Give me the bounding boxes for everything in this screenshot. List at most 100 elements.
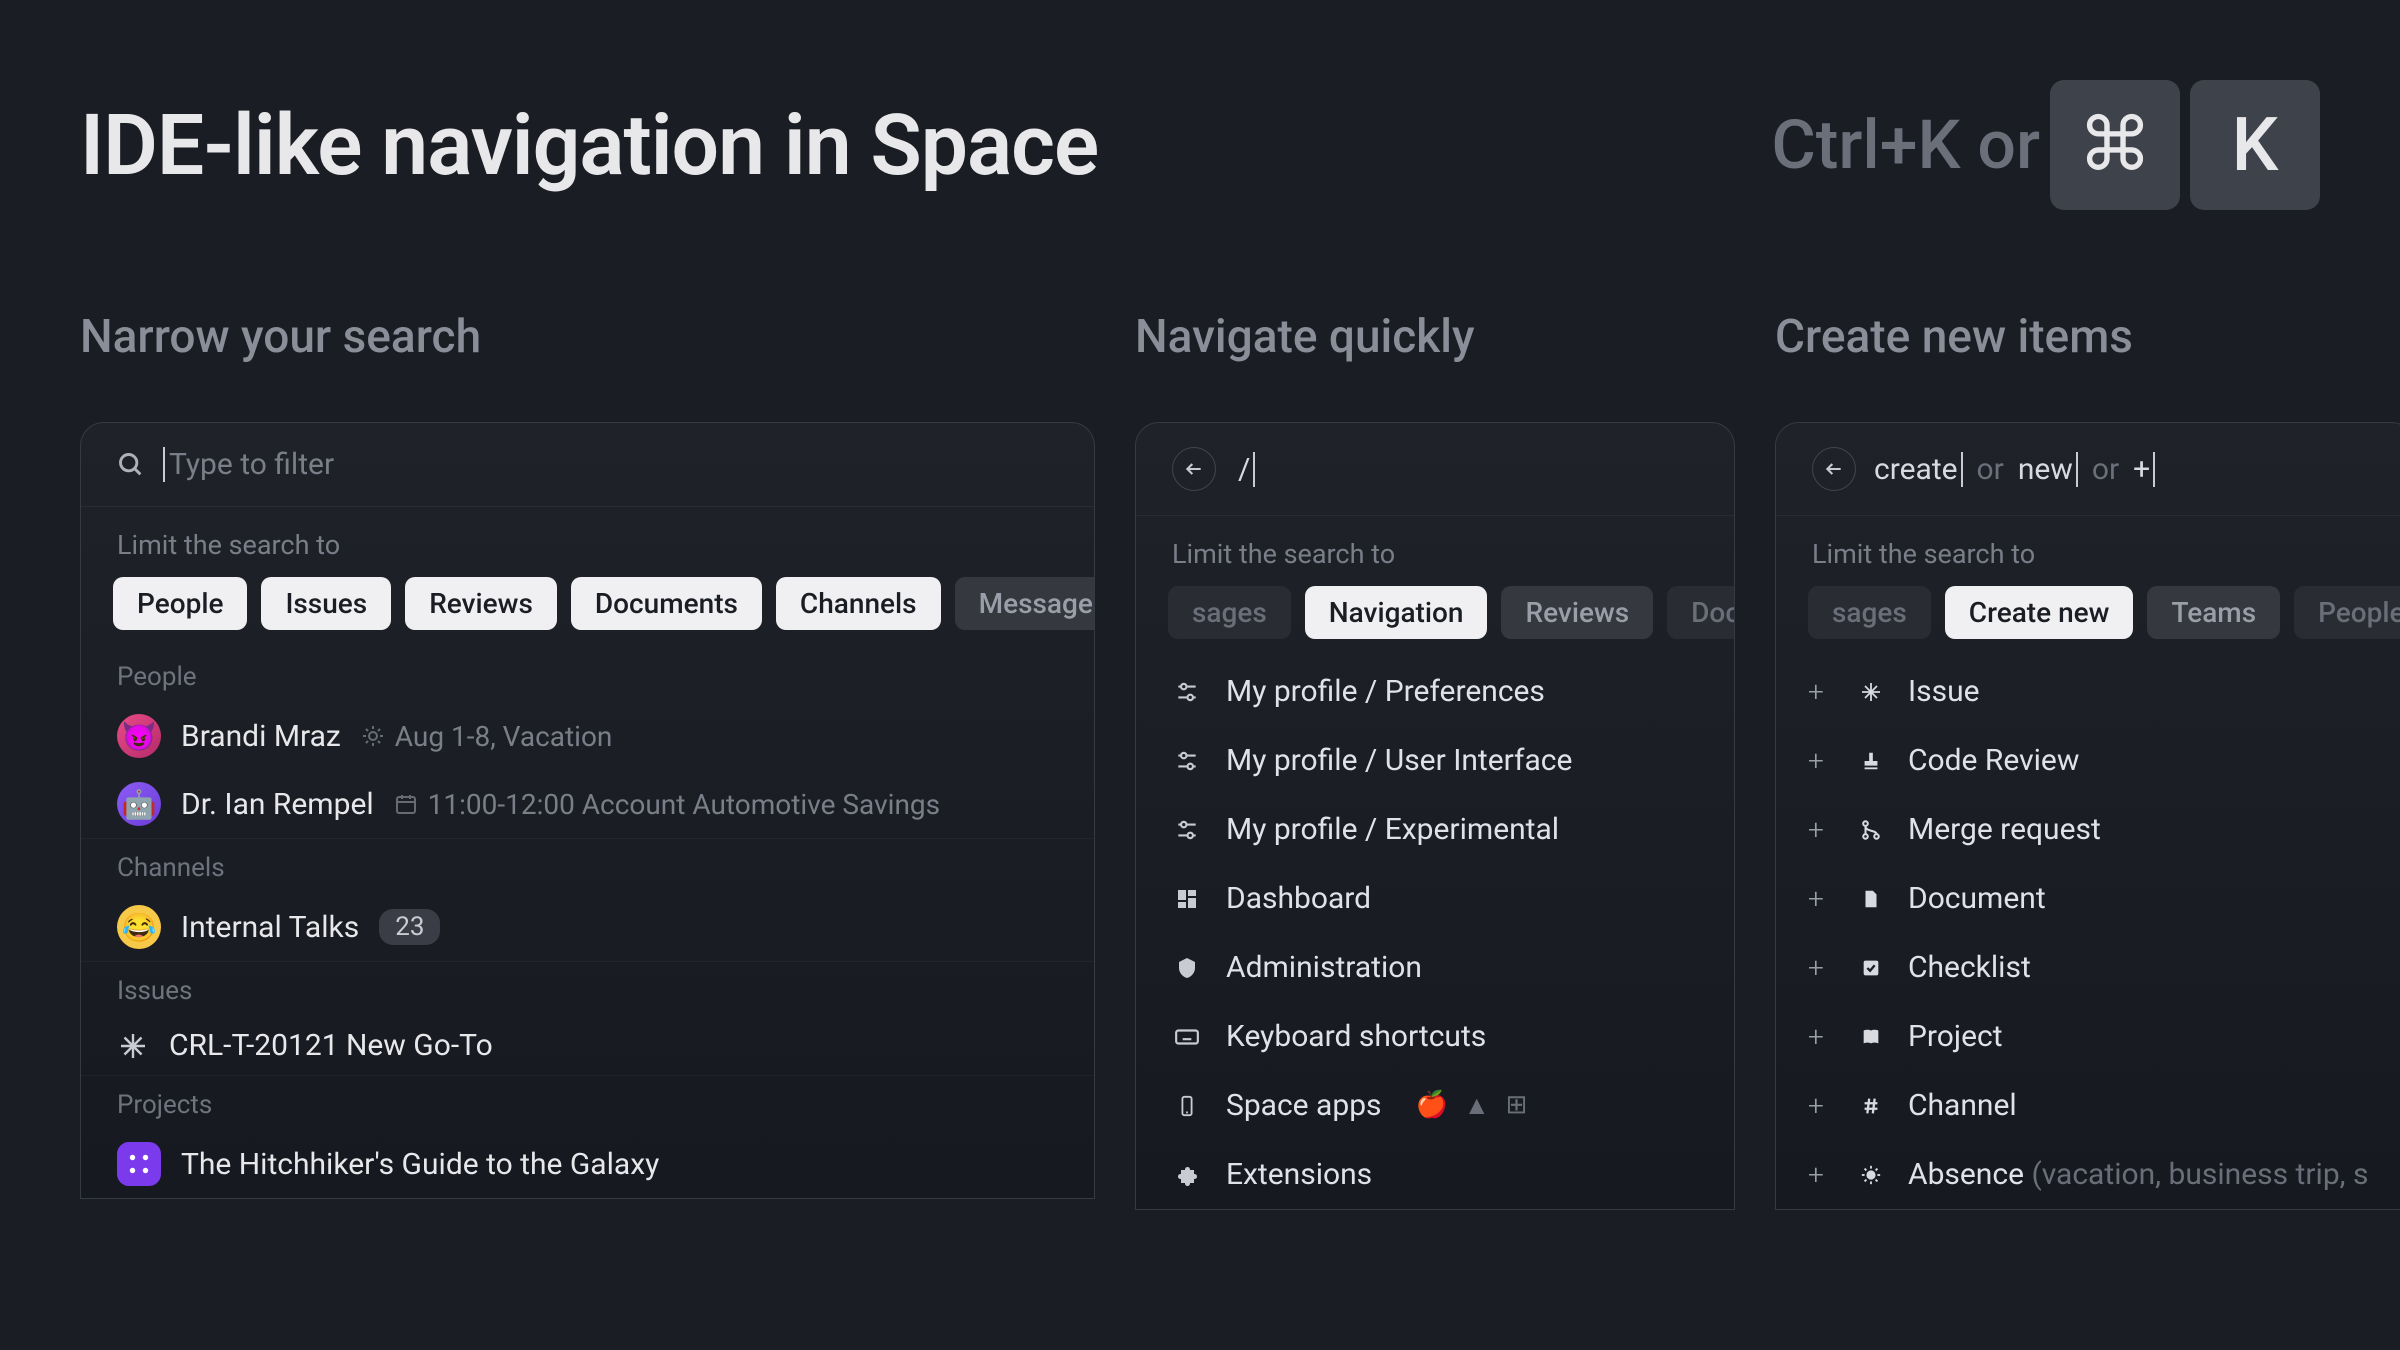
windows-icon: ⊞ bbox=[1506, 1090, 1528, 1121]
back-button[interactable] bbox=[1172, 447, 1216, 491]
create-label: Code Review bbox=[1908, 743, 2079, 778]
doc-icon bbox=[1856, 884, 1886, 914]
plus-icon: + bbox=[1808, 882, 1834, 915]
chip-issues[interactable]: Issues bbox=[261, 577, 391, 630]
person-row[interactable]: 😈 Brandi Mraz Aug 1-8, Vacation bbox=[81, 702, 1094, 770]
limit-label: Limit the search to bbox=[81, 507, 1094, 577]
merge-icon bbox=[1856, 815, 1886, 845]
issue-name: CRL-T-20121 New Go-To bbox=[169, 1028, 493, 1063]
sun-icon bbox=[1856, 1160, 1886, 1190]
create-label: Merge request bbox=[1908, 812, 2101, 847]
create-label: Absence (vacation, business trip, s bbox=[1908, 1157, 2369, 1192]
project-avatar bbox=[117, 1142, 161, 1186]
group-channels: Channels bbox=[81, 838, 1094, 893]
create-item[interactable]: + Merge request bbox=[1776, 795, 2400, 864]
create-label: Issue bbox=[1908, 674, 1980, 709]
create-item[interactable]: + Issue bbox=[1776, 657, 2400, 726]
apple-icon: 🍎 bbox=[1416, 1090, 1448, 1121]
chip-messages[interactable]: Messages bbox=[955, 577, 1094, 630]
project-row[interactable]: The Hitchhiker's Guide to the Galaxy bbox=[81, 1130, 1094, 1198]
nav-item[interactable]: Space apps 🍎 ▲ ⊞ bbox=[1136, 1071, 1734, 1140]
person-name: Brandi Mraz bbox=[181, 719, 341, 754]
dashboard-icon bbox=[1172, 884, 1202, 914]
search-input[interactable]: Type to filter bbox=[163, 447, 334, 482]
chip-documents[interactable]: Docume bbox=[1667, 586, 1734, 639]
sun-icon bbox=[361, 724, 385, 748]
nav-label: My profile / Preferences bbox=[1226, 674, 1545, 709]
create-item[interactable]: + Channel bbox=[1776, 1071, 2400, 1140]
keyboard-icon bbox=[1172, 1022, 1202, 1052]
check-icon bbox=[1856, 953, 1886, 983]
shortcut-hint: Ctrl+K or ⌘ K bbox=[1771, 80, 2320, 210]
navigate-heading: Navigate quickly bbox=[1135, 310, 1735, 364]
nav-label: Extensions bbox=[1226, 1157, 1372, 1192]
person-detail: 11:00-12:00 Account Automotive Savings bbox=[428, 788, 940, 821]
phone-icon bbox=[1172, 1091, 1202, 1121]
nav-item[interactable]: Dashboard bbox=[1136, 864, 1734, 933]
create-label: Project bbox=[1908, 1019, 2003, 1054]
chip-people[interactable]: People bbox=[2294, 586, 2400, 639]
nav-item[interactable]: Keyboard shortcuts bbox=[1136, 1002, 1734, 1071]
plus-icon: + bbox=[1808, 1158, 1834, 1191]
create-item[interactable]: + Code Review bbox=[1776, 726, 2400, 795]
nav-label: My profile / User Interface bbox=[1226, 743, 1572, 778]
avatar: 🤖 bbox=[117, 782, 161, 826]
person-detail: Aug 1-8, Vacation bbox=[395, 720, 613, 753]
create-item[interactable]: + Document bbox=[1776, 864, 2400, 933]
back-button[interactable] bbox=[1812, 447, 1856, 491]
nav-item[interactable]: Extensions bbox=[1136, 1140, 1734, 1209]
sliders-icon bbox=[1172, 677, 1202, 707]
book-icon bbox=[1856, 1022, 1886, 1052]
nav-item[interactable]: My profile / Preferences bbox=[1136, 657, 1734, 726]
chip-overflow[interactable]: sages bbox=[1808, 586, 1931, 639]
issue-row[interactable]: CRL-T-20121 New Go-To bbox=[81, 1016, 1094, 1075]
channel-name: Internal Talks bbox=[181, 910, 359, 945]
narrow-heading: Narrow your search bbox=[80, 310, 1095, 364]
chip-people[interactable]: People bbox=[113, 577, 247, 630]
hash-icon bbox=[1856, 1091, 1886, 1121]
plus-icon: + bbox=[1808, 744, 1834, 777]
shortcut-text: Ctrl+K or bbox=[1771, 105, 2040, 185]
chip-documents[interactable]: Documents bbox=[571, 577, 762, 630]
create-label: Document bbox=[1908, 881, 2046, 916]
chip-channels[interactable]: Channels bbox=[776, 577, 941, 630]
chip-create-new[interactable]: Create new bbox=[1945, 586, 2134, 639]
chip-navigation[interactable]: Navigation bbox=[1305, 586, 1488, 639]
page-title: IDE-like navigation in Space bbox=[80, 96, 1098, 195]
plus-icon: + bbox=[1808, 1020, 1834, 1053]
narrow-panel: Type to filter Limit the search to Peopl… bbox=[80, 422, 1095, 1199]
nav-label: My profile / Experimental bbox=[1226, 812, 1559, 847]
issue-icon bbox=[117, 1030, 149, 1062]
chip-reviews[interactable]: Reviews bbox=[1501, 586, 1653, 639]
chip-reviews[interactable]: Reviews bbox=[405, 577, 557, 630]
create-item[interactable]: + Absence (vacation, business trip, s bbox=[1776, 1140, 2400, 1209]
group-issues: Issues bbox=[81, 961, 1094, 1016]
stamp-icon bbox=[1856, 746, 1886, 776]
nav-label: Administration bbox=[1226, 950, 1422, 985]
nav-item[interactable]: My profile / Experimental bbox=[1136, 795, 1734, 864]
search-icon bbox=[117, 451, 145, 479]
group-projects: Projects bbox=[81, 1075, 1094, 1130]
chip-teams[interactable]: Teams bbox=[2147, 586, 2280, 639]
prefix-input[interactable]: / bbox=[1234, 452, 1255, 487]
limit-label: Limit the search to bbox=[1776, 516, 2400, 586]
platform-icons: 🍎 ▲ ⊞ bbox=[1416, 1090, 1528, 1121]
create-input[interactable]: create or new or + bbox=[1874, 452, 2155, 487]
project-name: The Hitchhiker's Guide to the Galaxy bbox=[181, 1147, 659, 1182]
calendar-icon bbox=[394, 792, 418, 816]
nav-item[interactable]: My profile / User Interface bbox=[1136, 726, 1734, 795]
nav-item[interactable]: Administration bbox=[1136, 933, 1734, 1002]
avatar: 😂 bbox=[117, 905, 161, 949]
navigate-panel: / Limit the search to sages Navigation R… bbox=[1135, 422, 1735, 1210]
create-item[interactable]: + Checklist bbox=[1776, 933, 2400, 1002]
channel-row[interactable]: 😂 Internal Talks 23 bbox=[81, 893, 1094, 961]
chip-overflow[interactable]: sages bbox=[1168, 586, 1291, 639]
plus-icon: + bbox=[1808, 675, 1834, 708]
nav-label: Dashboard bbox=[1226, 881, 1371, 916]
channel-badge: 23 bbox=[379, 909, 440, 945]
create-item[interactable]: + Project bbox=[1776, 1002, 2400, 1071]
puzzle-icon bbox=[1172, 1160, 1202, 1190]
create-heading: Create new items bbox=[1775, 310, 2400, 364]
person-row[interactable]: 🤖 Dr. Ian Rempel 11:00-12:00 Account Aut… bbox=[81, 770, 1094, 838]
plus-icon: + bbox=[1808, 951, 1834, 984]
